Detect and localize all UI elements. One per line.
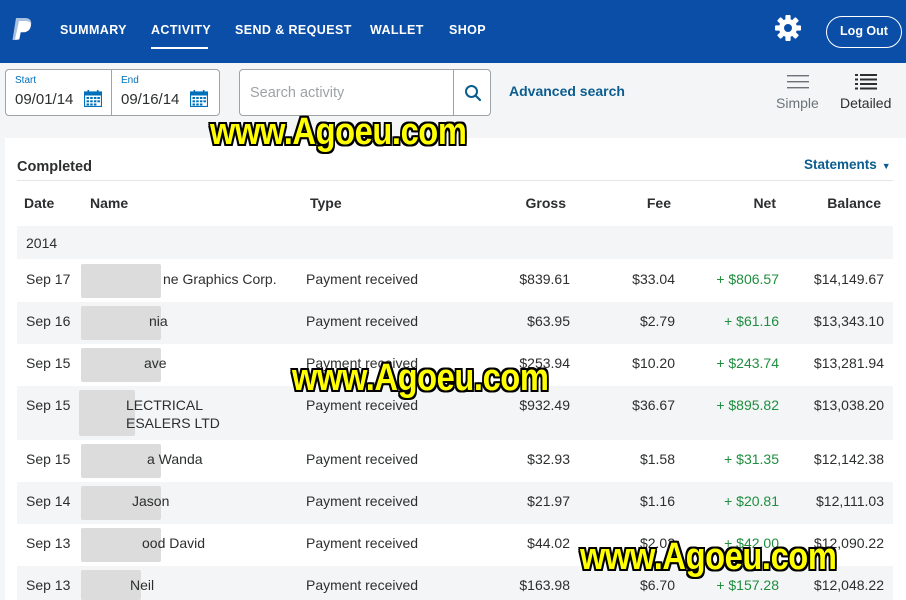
row-gross: $44.02 [527, 535, 570, 551]
table-row[interactable]: Sep 15 a Wanda Payment received $32.93 $… [17, 440, 893, 482]
column-header-date[interactable]: Date [24, 195, 54, 211]
end-date-label: End [121, 75, 139, 86]
row-net: + $806.57 [716, 271, 779, 287]
row-date: Sep 15 [26, 355, 71, 371]
row-fee: $2.79 [639, 313, 675, 329]
statements-dropdown[interactable]: Statements ▼ [804, 157, 891, 172]
row-fee: $1.58 [639, 451, 675, 467]
column-header-balance[interactable]: Balance [781, 195, 881, 211]
start-date-label: Start [15, 75, 37, 86]
row-type: Payment received [306, 451, 419, 467]
row-balance: $13,343.10 [813, 313, 884, 329]
row-name: nia [149, 313, 168, 329]
row-fee: $6.70 [639, 577, 675, 593]
gear-icon[interactable] [774, 14, 802, 42]
search-button[interactable] [453, 70, 491, 115]
row-gross: $839.61 [519, 271, 570, 287]
row-date: Sep 14 [26, 493, 71, 509]
section-divider [17, 180, 893, 181]
row-balance: $12,142.38 [813, 451, 884, 467]
row-net: + $20.81 [724, 493, 779, 509]
table-row[interactable]: Sep 17 ne Graphics Corp. Payment receive… [17, 260, 893, 302]
calendar-icon[interactable] [190, 90, 208, 107]
date-range-picker: Start 09/01/14 End 09/16/14 [5, 69, 220, 116]
search-input[interactable] [250, 80, 450, 106]
calendar-icon[interactable] [84, 90, 102, 107]
simple-view-icon[interactable] [787, 74, 809, 90]
column-header-fee[interactable]: Fee [571, 195, 671, 211]
nav-summary[interactable]: SUMMARY [60, 23, 127, 37]
caret-down-icon: ▼ [881, 161, 891, 171]
search-icon [465, 85, 482, 102]
row-balance: $13,281.94 [813, 355, 884, 371]
search-box [239, 69, 491, 116]
start-date-field[interactable]: 09/01/14 [15, 91, 73, 108]
row-net: + $157.28 [716, 577, 779, 593]
row-fee: $1.16 [639, 493, 675, 509]
end-date-field[interactable]: 09/16/14 [121, 91, 179, 108]
row-name: ne Graphics Corp. [163, 271, 277, 287]
redacted-name [81, 264, 161, 298]
row-name: a Wanda [147, 451, 203, 467]
row-date: Sep 15 [26, 397, 71, 413]
row-fee: $36.67 [632, 397, 675, 413]
row-balance: $12,111.03 [816, 493, 884, 509]
row-name: Jason [132, 493, 170, 509]
nav-shop[interactable]: SHOP [449, 23, 486, 37]
row-gross: $163.98 [519, 577, 570, 593]
row-date: Sep 17 [26, 271, 71, 287]
statements-label: Statements [804, 157, 877, 172]
section-title: Completed [17, 159, 92, 175]
row-type: Payment received [306, 313, 419, 329]
nav-activity[interactable]: ACTIVITY [151, 23, 211, 37]
row-balance: $14,149.67 [813, 271, 884, 287]
date-divider [111, 70, 112, 115]
row-name: ave [144, 355, 167, 371]
row-balance: $12,048.22 [813, 577, 884, 593]
year-group-header: 2014 [17, 226, 893, 259]
row-type: Payment received [306, 535, 419, 551]
watermark-text: www.Agoeu.com [210, 111, 467, 153]
row-date: Sep 13 [26, 577, 71, 593]
row-date: Sep 16 [26, 313, 71, 329]
table-row[interactable]: Sep 14 Jason Payment received $21.97 $1.… [17, 482, 893, 524]
row-net: + $895.82 [716, 397, 779, 413]
nav-wallet[interactable]: WALLET [370, 23, 424, 37]
row-balance: $13,038.20 [813, 397, 884, 413]
year-label: 2014 [26, 235, 58, 251]
simple-view-button[interactable]: Simple [776, 95, 819, 111]
row-name: Neil [130, 577, 155, 593]
row-date: Sep 13 [26, 535, 71, 551]
top-nav-bar: SUMMARY ACTIVITY SEND & REQUEST WALLET S… [0, 0, 906, 63]
paypal-logo[interactable] [11, 16, 35, 42]
row-fee: $33.04 [632, 271, 675, 287]
row-type: Payment received [306, 493, 419, 509]
row-net: + $31.35 [724, 451, 779, 467]
nav-send-request[interactable]: SEND & REQUEST [235, 23, 352, 37]
detailed-view-button[interactable]: Detailed [840, 95, 891, 111]
watermark-text: www.Agoeu.com [580, 536, 837, 578]
row-fee: $10.20 [632, 355, 675, 371]
row-net: + $243.74 [716, 355, 779, 371]
row-gross: $63.95 [527, 313, 570, 329]
column-header-gross[interactable]: Gross [466, 195, 566, 211]
column-header-name[interactable]: Name [90, 195, 128, 211]
column-header-type[interactable]: Type [310, 195, 342, 211]
row-type: Payment received [306, 577, 419, 593]
table-row[interactable]: Sep 16 nia Payment received $63.95 $2.79… [17, 302, 893, 344]
nav-active-underline [151, 47, 208, 49]
row-name-line2: ESALERS LTD [126, 415, 220, 431]
row-name: LECTRICAL [126, 397, 204, 413]
detailed-view-icon[interactable] [855, 74, 877, 90]
row-name: ood David [142, 535, 206, 551]
advanced-search-link[interactable]: Advanced search [509, 83, 625, 99]
watermark-text: www.Agoeu.com [292, 357, 549, 399]
row-date: Sep 15 [26, 451, 71, 467]
row-net: + $61.16 [724, 313, 779, 329]
row-gross: $21.97 [527, 493, 570, 509]
row-gross: $32.93 [527, 451, 570, 467]
row-type: Payment received [306, 271, 419, 287]
column-header-net[interactable]: Net [676, 195, 776, 211]
logout-button[interactable]: Log Out [826, 16, 902, 48]
